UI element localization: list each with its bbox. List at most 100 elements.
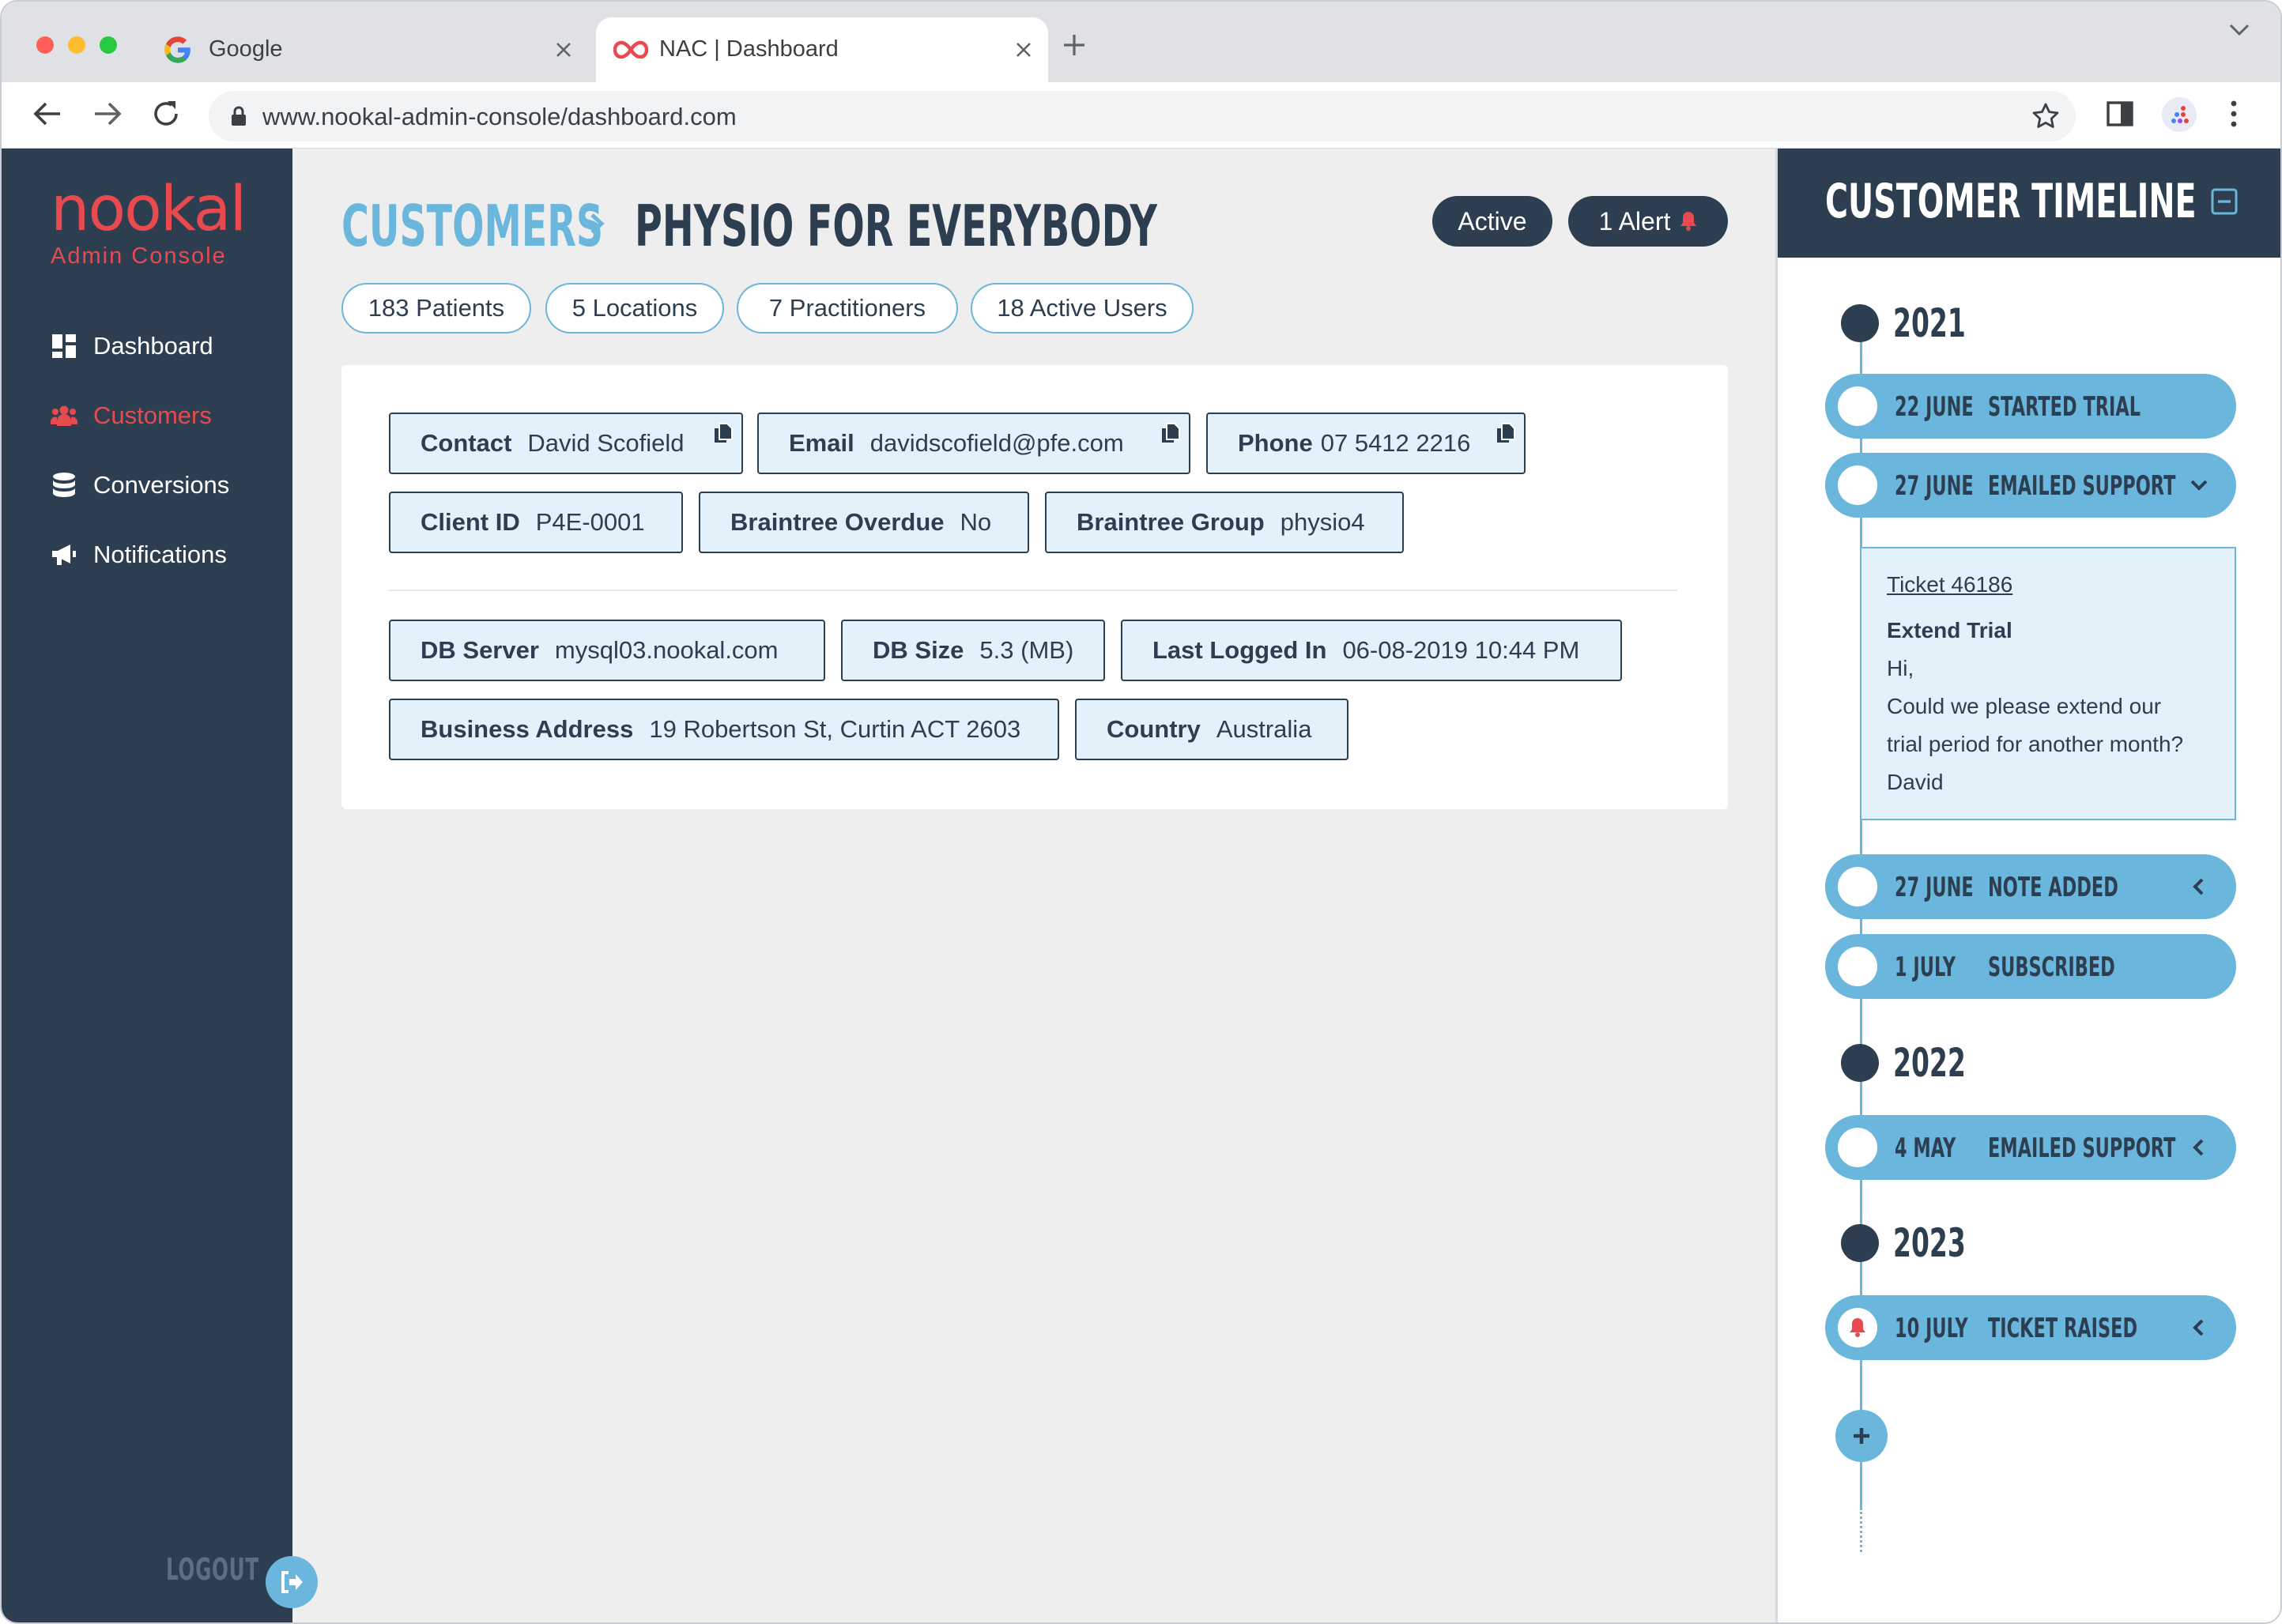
timeline-event[interactable]: 27 JUNE EMAILED SUPPORT bbox=[1825, 453, 2236, 518]
sidebar-item-label: Dashboard bbox=[93, 332, 213, 360]
chevron-left-icon[interactable] bbox=[2189, 876, 2209, 897]
forward-arrow-icon[interactable] bbox=[92, 98, 123, 130]
profile-avatar[interactable] bbox=[2161, 96, 2197, 133]
sidebar-item-customers[interactable]: Customers bbox=[51, 392, 212, 439]
sign-out-icon bbox=[280, 1570, 304, 1594]
event-date: 27 JUNE bbox=[1895, 470, 1974, 502]
url-text: www.nookal-admin-console/dashboard.com bbox=[262, 103, 737, 130]
ticket-body-line: Could we please extend our bbox=[1887, 694, 2162, 718]
address-bar[interactable]: www.nookal-admin-console/dashboard.com bbox=[209, 91, 2076, 141]
bookmark-star-icon[interactable] bbox=[2031, 102, 2060, 130]
chip-label: Contact bbox=[421, 429, 512, 457]
copy-icon[interactable] bbox=[1160, 422, 1181, 444]
bell-icon bbox=[1848, 1317, 1867, 1338]
event-date: 1 JULY bbox=[1895, 951, 1956, 983]
locations-count-pill[interactable]: 5 Locations bbox=[545, 283, 724, 333]
close-window-button[interactable] bbox=[36, 36, 54, 54]
email-chip[interactable]: Email davidscofield@pfe.com bbox=[757, 413, 1190, 474]
phone-chip[interactable]: Phone 07 5412 2216 bbox=[1206, 413, 1526, 474]
reload-icon[interactable] bbox=[150, 98, 182, 130]
maximize-window-button[interactable] bbox=[100, 36, 117, 54]
timeline-event[interactable]: 1 JULY SUBSCRIBED bbox=[1825, 934, 2236, 999]
db-size-chip[interactable]: DB Size 5.3 (MB) bbox=[841, 620, 1105, 681]
chip-label: Business Address bbox=[421, 715, 634, 743]
tab-title: NAC | Dashboard bbox=[659, 36, 839, 62]
ticket-body-line: David bbox=[1887, 770, 1944, 794]
chevron-left-icon[interactable] bbox=[2189, 1317, 2209, 1338]
country-chip[interactable]: Country Australia bbox=[1075, 699, 1348, 760]
chip-value: physio4 bbox=[1280, 508, 1365, 536]
browser-menu-icon[interactable] bbox=[2229, 100, 2239, 128]
timeline-event[interactable]: 22 JUNE STARTED TRIAL bbox=[1825, 374, 2236, 439]
lock-icon[interactable] bbox=[231, 106, 247, 126]
infinity-icon bbox=[613, 36, 648, 63]
braintree-group-chip[interactable]: Braintree Group physio4 bbox=[1045, 492, 1404, 553]
timeline-year-2021: 2021 bbox=[1841, 300, 2003, 346]
chip-label: Last Logged In bbox=[1152, 636, 1327, 664]
browser-toolbar: www.nookal-admin-console/dashboard.com bbox=[2, 82, 2280, 149]
sidebar-item-dashboard[interactable]: Dashboard bbox=[51, 322, 213, 370]
practitioners-count-pill[interactable]: 7 Practitioners bbox=[737, 283, 958, 333]
ticket-link[interactable]: Ticket 46186 bbox=[1887, 566, 2235, 604]
event-date: 10 JULY bbox=[1895, 1313, 1968, 1344]
copy-icon[interactable] bbox=[713, 422, 734, 444]
users-icon bbox=[51, 402, 77, 429]
minimize-window-button[interactable] bbox=[68, 36, 85, 54]
logout-button[interactable] bbox=[266, 1556, 318, 1608]
event-label: EMAILED SUPPORT bbox=[1988, 1132, 2176, 1164]
new-tab-plus-icon[interactable] bbox=[1062, 33, 1086, 57]
side-panel-icon[interactable] bbox=[2106, 100, 2134, 128]
braintree-overdue-chip[interactable]: Braintree Overdue No bbox=[699, 492, 1029, 553]
chevron-down-icon[interactable] bbox=[2189, 475, 2209, 495]
tab-search-chevron-icon[interactable] bbox=[2228, 22, 2250, 38]
alert-button[interactable]: 1 Alert bbox=[1568, 196, 1728, 247]
logout-label[interactable]: LOGOUT bbox=[166, 1552, 259, 1587]
browser-window: Google NAC | Dashboard www.nookal-admin-… bbox=[0, 0, 2282, 1624]
timeline-year-2022: 2022 bbox=[1841, 1040, 2003, 1086]
ticket-body-line: Hi, bbox=[1887, 656, 1914, 680]
divider bbox=[389, 590, 1677, 591]
tab-nac-dashboard[interactable]: NAC | Dashboard bbox=[596, 17, 1048, 82]
patients-count-pill[interactable]: 183 Patients bbox=[341, 283, 531, 333]
megaphone-icon bbox=[51, 541, 77, 568]
contact-chip[interactable]: Contact David Scofield bbox=[389, 413, 743, 474]
event-date: 27 JUNE bbox=[1895, 872, 1974, 903]
sidebar-item-conversions[interactable]: Conversions bbox=[51, 462, 229, 509]
event-marker bbox=[1838, 386, 1877, 426]
alert-label: 1 Alert bbox=[1598, 206, 1671, 235]
chip-label: DB Server bbox=[421, 636, 539, 664]
chip-value: No bbox=[960, 508, 992, 536]
customer-timeline-panel: CUSTOMER TIMELINE 2021 22 JUNE STARTED T… bbox=[1775, 149, 2280, 1622]
chip-value: 19 Robertson St, Curtin ACT 2603 bbox=[649, 715, 1021, 743]
copy-icon[interactable] bbox=[1496, 422, 1516, 444]
year-label: 2021 bbox=[1893, 300, 1966, 346]
collapse-panel-icon[interactable] bbox=[2211, 188, 2238, 215]
status-badge[interactable]: Active bbox=[1432, 196, 1552, 247]
chip-label: DB Size bbox=[873, 636, 964, 664]
close-tab-icon[interactable] bbox=[555, 41, 572, 58]
close-tab-icon[interactable] bbox=[1015, 41, 1032, 58]
breadcrumb-customers-link[interactable]: CUSTOMERS bbox=[341, 193, 603, 259]
google-icon bbox=[163, 35, 193, 65]
timeline-year-2023: 2023 bbox=[1841, 1220, 2003, 1266]
business-address-chip[interactable]: Business Address 19 Robertson St, Curtin… bbox=[389, 699, 1059, 760]
sidebar-item-notifications[interactable]: Notifications bbox=[51, 531, 227, 578]
timeline-event[interactable]: 27 JUNE NOTE ADDED bbox=[1825, 854, 2236, 919]
chip-value: P4E-0001 bbox=[535, 508, 645, 536]
timeline-event[interactable]: 4 MAY EMAILED SUPPORT bbox=[1825, 1115, 2236, 1180]
tab-title: Google bbox=[209, 36, 283, 62]
sidebar: nookal Admin Console Dashboard Customers… bbox=[2, 149, 292, 1622]
db-server-chip[interactable]: DB Server mysql03.nookal.com bbox=[389, 620, 825, 681]
chevron-left-icon[interactable] bbox=[2189, 1137, 2209, 1158]
timeline-event[interactable]: 10 JULY TICKET RAISED bbox=[1825, 1295, 2236, 1360]
add-timeline-event-button[interactable] bbox=[1835, 1410, 1888, 1462]
tab-google[interactable]: Google bbox=[145, 17, 588, 82]
event-date: 22 JUNE bbox=[1895, 391, 1974, 423]
last-logged-in-chip[interactable]: Last Logged In 06-08-2019 10:44 PM bbox=[1121, 620, 1622, 681]
active-users-count-pill[interactable]: 18 Active Users bbox=[971, 283, 1194, 333]
back-arrow-icon[interactable] bbox=[32, 98, 63, 130]
client-id-chip[interactable]: Client ID P4E-0001 bbox=[389, 492, 683, 553]
timeline-header: CUSTOMER TIMELINE bbox=[1778, 149, 2280, 258]
event-date: 4 MAY bbox=[1895, 1132, 1956, 1164]
event-label: EMAILED SUPPORT bbox=[1988, 470, 2176, 502]
